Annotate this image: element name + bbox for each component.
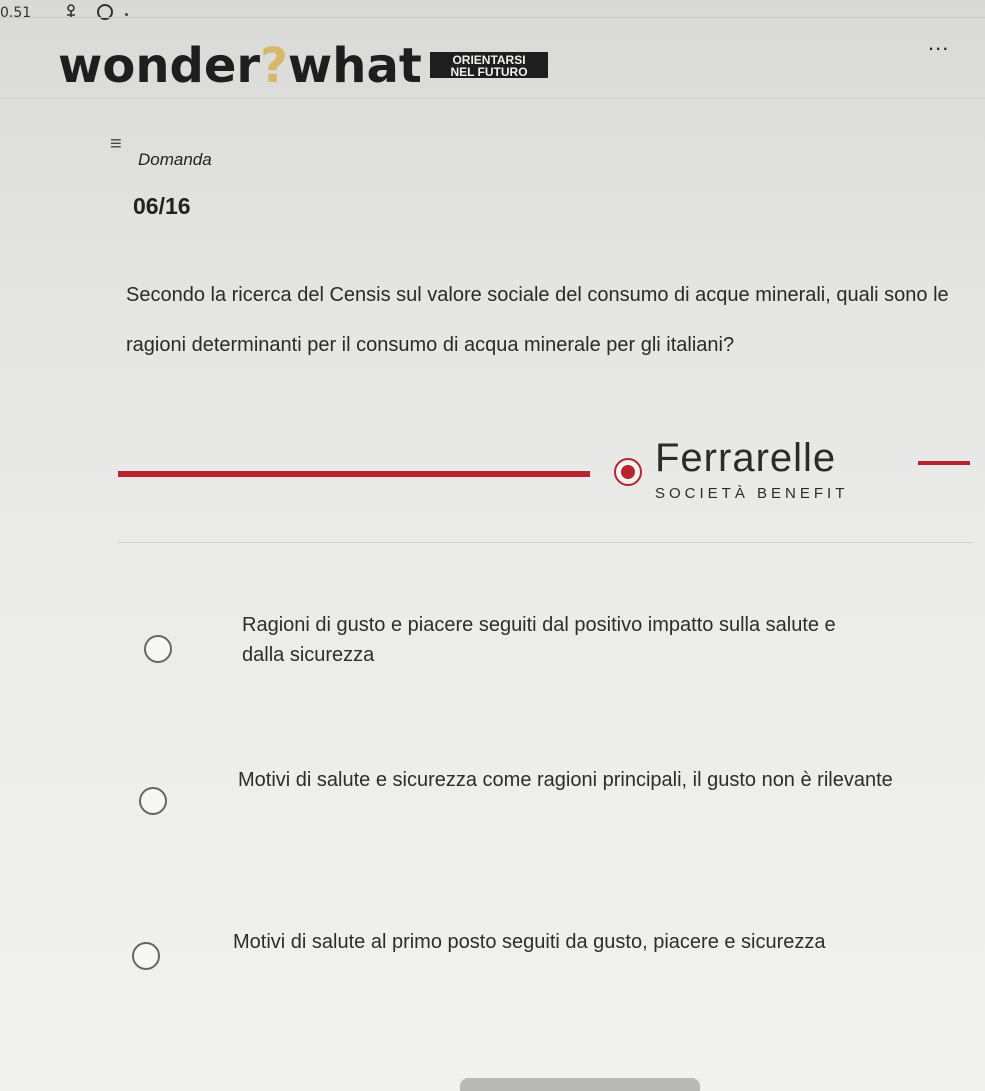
answer-option-3[interactable]: Motivi di salute al primo posto seguiti … [0,925,985,1005]
logo-badge: ORIENTARSI NEL FUTURO [430,52,548,78]
section-divider [118,542,973,543]
question-kicker: Domanda [138,150,212,169]
answer-option-2[interactable]: Motivi di salute e sicurezza come ragion… [0,763,985,843]
app-header: wonder?what ORIENTARSI NEL FUTURO [0,0,985,99]
logo-word-1: wonder [58,38,261,94]
question-counter: 06/16 [133,193,191,219]
question-text: Secondo la ricerca del Censis sul valore… [126,284,949,356]
logo-word-2: what [287,38,422,94]
answer-option-text: Motivi di salute e sicurezza come ragion… [238,769,893,791]
logo-question-mark: ? [260,38,288,94]
radio-button-icon[interactable] [132,942,160,970]
answer-option-text: Ragioni di gusto e piacere seguiti dal p… [242,614,836,666]
answer-option-text: Motivi di salute al primo posto seguiti … [233,931,826,953]
hamburger-menu-icon[interactable]: ≡ [110,133,122,156]
radio-button-icon[interactable] [139,787,167,815]
answer-option-1[interactable]: Ragioni di gusto e piacere seguiti dal p… [0,608,985,688]
radio-button-icon[interactable] [144,635,172,663]
sponsor-line-right [918,461,970,465]
wonderwhat-logo[interactable]: wonder?what [58,38,422,94]
sponsor-name: Ferrarelle [655,436,837,480]
bottom-action-bar[interactable] [460,1078,700,1091]
badge-line-2: NEL FUTURO [450,65,528,79]
sponsor-line-left [118,471,590,477]
ferrarelle-emblem-icon [614,458,642,486]
sponsor-subtitle: SOCIETÀ BENEFIT [655,485,849,502]
